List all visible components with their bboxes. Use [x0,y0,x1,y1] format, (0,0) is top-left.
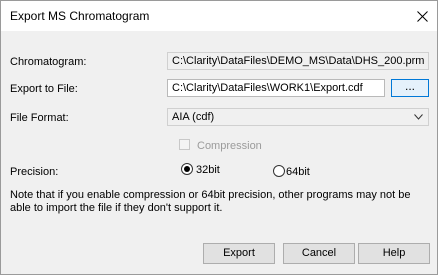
precision-64bit-radio[interactable] [273,165,285,177]
cancel-button[interactable]: Cancel [283,243,355,264]
precision-32bit-label: 32bit [196,164,220,176]
radio-selected-dot [184,166,190,172]
browse-button[interactable]: ... [391,79,429,97]
export-button[interactable]: Export [203,243,275,264]
chromatogram-label: Chromatogram: [10,56,87,68]
help-button[interactable]: Help [358,243,430,264]
title-bar: Export MS Chromatogram [1,1,437,31]
precision-32bit-radio[interactable] [181,163,193,175]
compatibility-note: Note that if you enable compression or 6… [10,189,411,214]
precision-label: Precision: [10,166,59,178]
close-icon[interactable] [409,3,435,29]
precision-64bit-label: 64bit [286,166,310,178]
chromatogram-path-field: C:\Clarity\DataFiles\DEMO_MS\Data\DHS_20… [167,52,429,70]
export-dialog: Export MS Chromatogram Chromatogram: C:\… [0,0,438,275]
window-title: Export MS Chromatogram [10,9,150,23]
export-to-file-label: Export to File: [10,83,78,95]
compression-label: Compression [197,140,262,152]
file-format-select[interactable]: AIA (cdf) [167,108,429,126]
export-file-path-input[interactable]: C:\Clarity\DataFiles\WORK1\Export.cdf [167,79,385,97]
file-format-selected-value: AIA (cdf) [172,111,215,123]
chevron-down-icon [414,114,423,120]
compression-checkbox[interactable] [179,139,190,150]
file-format-label: File Format: [10,112,69,124]
